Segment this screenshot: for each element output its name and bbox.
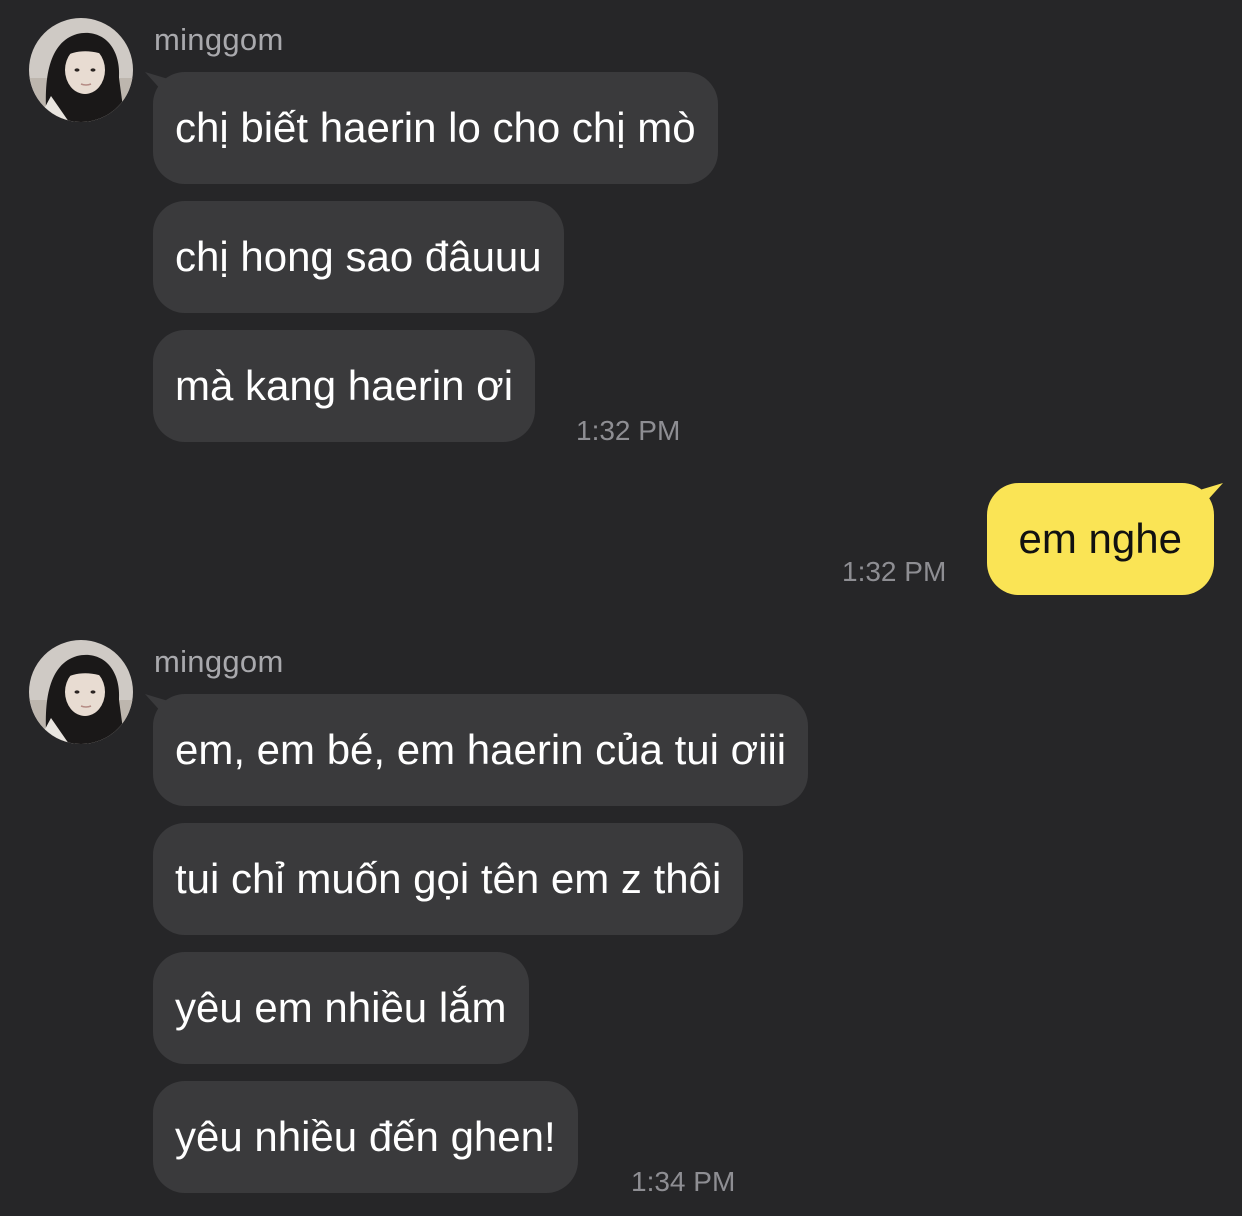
sender-name: minggom [154, 644, 284, 679]
my-message-bubble[interactable]: em nghe [986, 483, 1214, 595]
message-bubble[interactable]: mà kang haerin ơi [153, 330, 536, 442]
sender-avatar[interactable] [29, 640, 133, 744]
sender-name: minggom [154, 22, 284, 57]
sender-avatar[interactable] [29, 18, 133, 122]
message-bubble[interactable]: chị biết haerin lo cho chị mò [153, 72, 718, 184]
message-bubble[interactable]: em, em bé, em haerin của tui ơiii [153, 694, 809, 806]
message-bubble[interactable]: chị hong sao đâuuu [153, 201, 564, 313]
message-bubble[interactable]: yêu nhiều đến ghen! [153, 1081, 578, 1193]
message-bubble[interactable]: tui chỉ muốn gọi tên em z thôi [153, 823, 744, 935]
profile-photo-icon [29, 640, 133, 744]
message-timestamp: 1:34 PM [631, 1166, 736, 1197]
message-timestamp: 1:32 PM [842, 556, 947, 587]
profile-photo-icon [29, 18, 133, 122]
message-bubble[interactable]: yêu em nhiều lắm [153, 952, 529, 1064]
message-timestamp: 1:32 PM [576, 415, 681, 446]
